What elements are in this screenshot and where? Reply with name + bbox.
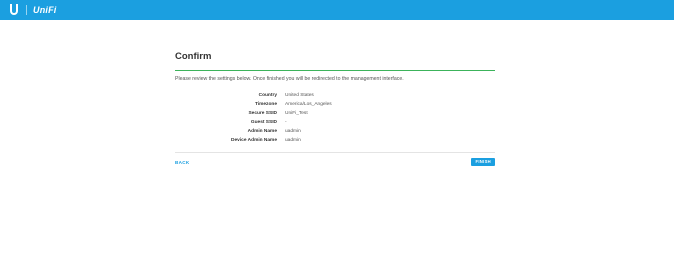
summary-row-device-admin-name: Device Admin Name uadmin	[175, 136, 495, 145]
settings-summary: Country United States Timezone America/L…	[175, 91, 495, 145]
row-label: Admin Name	[247, 129, 277, 134]
unifi-logo-text: UniFi	[33, 5, 57, 15]
row-value: America/Los_Angeles	[285, 102, 332, 107]
summary-row-admin-name: Admin Name uadmin	[175, 127, 495, 136]
row-value: -	[285, 120, 287, 125]
summary-row-country: Country United States	[175, 91, 495, 100]
intro-text: Please review the settings below. Once f…	[175, 76, 404, 82]
summary-row-timezone: Timezone America/Los_Angeles	[175, 100, 495, 109]
row-value: uadmin	[285, 129, 301, 134]
row-label: Timezone	[254, 102, 277, 107]
main-content: Confirm Please review the settings below…	[0, 20, 674, 276]
title-divider	[175, 70, 495, 71]
row-value: uadmin	[285, 138, 301, 143]
summary-row-secure-ssid: Secure SSID UniFi_Test	[175, 109, 495, 118]
top-bar: UniFi	[0, 0, 674, 20]
page-title: Confirm	[175, 51, 212, 62]
ubiquiti-logo-icon[interactable]	[9, 4, 19, 16]
row-label: Country	[258, 93, 277, 98]
summary-row-guest-ssid: Guest SSID -	[175, 118, 495, 127]
actions-divider	[175, 152, 495, 153]
row-value: United States	[285, 93, 314, 98]
row-label: Guest SSID	[250, 120, 277, 125]
finish-button[interactable]: FINISH	[471, 158, 495, 166]
row-value: UniFi_Test	[285, 111, 308, 116]
row-label: Secure SSID	[248, 111, 277, 116]
row-label: Device Admin Name	[231, 138, 277, 143]
logo-divider	[26, 5, 27, 15]
wizard-actions: BACK FINISH	[175, 158, 495, 172]
back-button[interactable]: BACK	[175, 160, 189, 165]
confirm-panel: Confirm Please review the settings below…	[175, 50, 495, 172]
